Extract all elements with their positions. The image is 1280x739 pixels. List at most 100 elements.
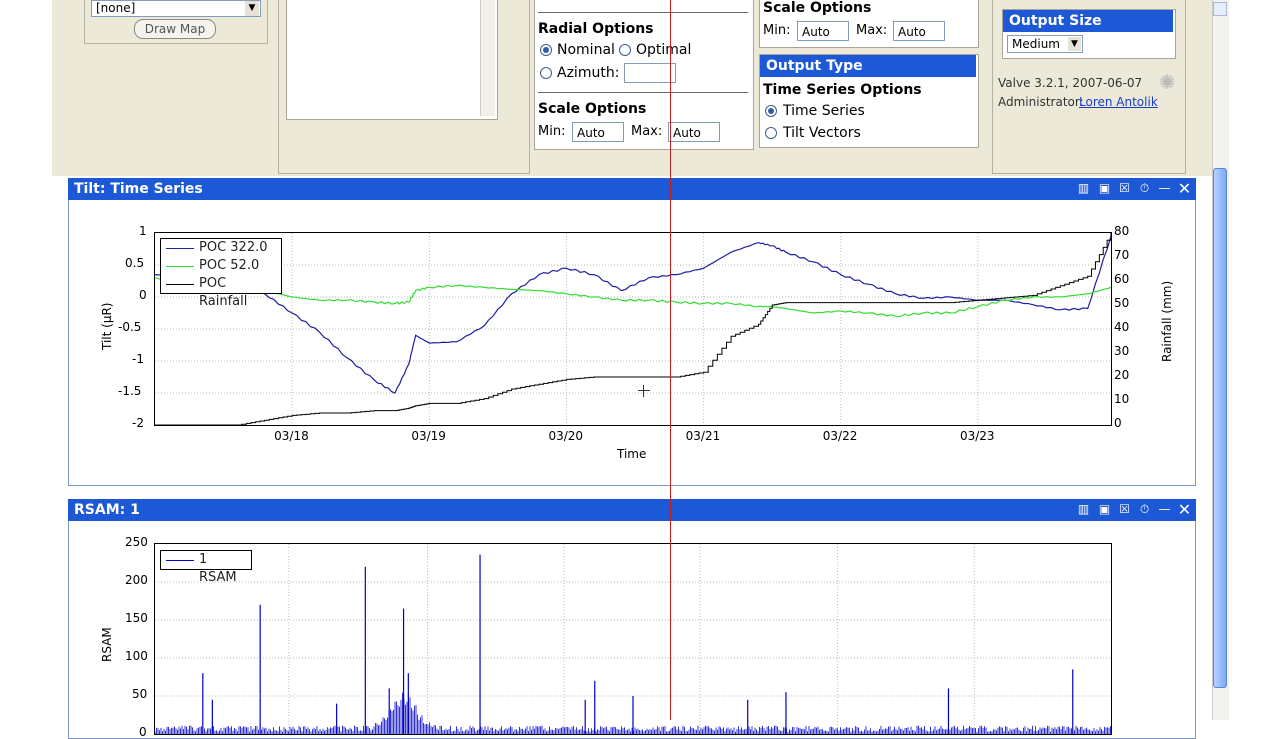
chevron-down-icon: ▼ — [245, 1, 259, 16]
chevron-down-icon: ▼ — [1068, 37, 1081, 51]
azimuth-label: Azimuth: — [557, 65, 620, 81]
output-size-header: Output Size — [1003, 10, 1173, 32]
y2-tick-label: 50 — [1114, 296, 1130, 310]
rsam-legend: 1 RSAM — [160, 550, 252, 585]
save-icon[interactable]: ▣ — [1097, 502, 1112, 517]
minimize-icon[interactable]: — — [1157, 502, 1172, 517]
rsam-chart — [155, 544, 1111, 734]
draw-map-button[interactable]: Draw Map — [134, 19, 216, 39]
y2-tick-label: 20 — [1114, 368, 1130, 382]
legend-label: 1 RSAM — [199, 552, 237, 585]
tilt-panel-header: Tilt: Time Series — [68, 178, 1196, 200]
output-size-select[interactable]: Medium ▼ — [1007, 35, 1083, 53]
version-text: Valve 3.2.1, 2007-06-07 — [998, 76, 1143, 90]
tilt-y2-axis-label: Rainfall (mm) — [1160, 280, 1174, 362]
azimuth-radio[interactable] — [540, 67, 552, 79]
y-tick-label: 0 — [139, 288, 147, 302]
clock-icon[interactable]: ⏱ — [1137, 181, 1152, 196]
rsam-y-axis-label: RSAM — [100, 627, 114, 662]
scale-max-input[interactable]: Auto — [668, 122, 720, 142]
y2-tick-label: 10 — [1114, 392, 1130, 406]
radial-options-title: Radial Options — [538, 21, 654, 37]
scale-min-label: Min: — [538, 124, 566, 139]
admin-link[interactable]: Loren Antolik — [1079, 95, 1158, 109]
y2-tick-label: 30 — [1114, 344, 1130, 358]
azimuth-input[interactable] — [624, 63, 676, 83]
output-type-header: Output Type — [760, 55, 976, 77]
y-tick-label: 250 — [125, 535, 148, 549]
scale-max-label: Max: — [631, 124, 663, 139]
crosshair-cursor-icon — [638, 385, 650, 397]
y2-tick-label: 0 — [1114, 416, 1122, 430]
minimize-icon[interactable]: — — [1157, 181, 1172, 196]
scale-options-title-right: Scale Options — [763, 0, 872, 16]
legend-label: POC 52.0 — [199, 258, 260, 273]
clock-icon[interactable]: ⏱ — [1137, 502, 1152, 517]
tilt-chart — [155, 233, 1111, 425]
admin-label: Administrator: — [998, 95, 1084, 109]
optimal-radio[interactable] — [619, 44, 631, 56]
save-icon[interactable]: ▣ — [1097, 181, 1112, 196]
y2-tick-label: 70 — [1114, 248, 1130, 262]
close-icon[interactable]: ✕ — [1177, 181, 1192, 197]
y-tick-label: 150 — [125, 611, 148, 625]
x-tick-label: 03/22 — [822, 429, 858, 443]
tilt-vectors-label: Tilt Vectors — [783, 125, 861, 141]
tilt-x-axis-label: Time — [617, 447, 647, 461]
y-tick-label: -0.5 — [118, 320, 142, 334]
divider — [538, 92, 748, 93]
x-tick-label: 03/20 — [548, 429, 584, 443]
legend-label: POC Rainfall — [199, 276, 248, 309]
y-tick-label: -1.5 — [118, 384, 142, 398]
scrollbar-up-arrow[interactable] — [1213, 2, 1227, 16]
y-tick-label: 1 — [139, 224, 147, 238]
scale-min-input-right[interactable]: Auto — [797, 21, 849, 41]
book-icon[interactable]: ▥ — [1076, 502, 1091, 517]
legend-item-rsam: 1 RSAM — [161, 551, 251, 585]
time-cursor-line — [670, 0, 671, 720]
x-tick-label: 03/18 — [274, 429, 309, 443]
map-select-value: [none] — [96, 1, 136, 15]
close-icon[interactable]: ✕ — [1177, 502, 1192, 518]
channel-list-scrollbar[interactable] — [480, 0, 495, 116]
y2-tick-label: 40 — [1114, 320, 1130, 334]
tilt-vectors-radio[interactable] — [765, 127, 777, 139]
legend-label: POC 322.0 — [199, 240, 268, 255]
tilt-plot-area[interactable] — [154, 232, 1112, 426]
scale-min-label-right: Min: — [763, 23, 791, 38]
scale-max-input-right[interactable]: Auto — [893, 21, 945, 41]
x-tick-label: 03/19 — [411, 429, 446, 443]
y-tick-label: -2 — [132, 416, 144, 430]
x-tick-label: 03/23 — [959, 429, 995, 443]
divider — [538, 12, 748, 13]
legend-item-poc-52: POC 52.0 — [161, 257, 281, 275]
scale-min-input[interactable]: Auto — [572, 122, 624, 142]
x-tick-label: 03/21 — [685, 429, 721, 443]
y-tick-label: 50 — [132, 687, 148, 701]
optimal-label: Optimal — [636, 42, 692, 58]
time-series-radio[interactable] — [765, 105, 777, 117]
scale-options-title: Scale Options — [538, 101, 647, 117]
rsam-plot-area[interactable] — [154, 543, 1112, 735]
legend-item-poc-322: POC 322.0 — [161, 239, 281, 257]
y2-tick-label: 80 — [1114, 224, 1130, 238]
y-tick-label: 0 — [139, 725, 147, 739]
channel-list[interactable] — [286, 0, 498, 120]
map-select[interactable]: [none] ▼ — [91, 0, 261, 17]
series-line-0 — [155, 236, 1111, 394]
y-tick-label: 100 — [125, 649, 148, 663]
export-icon[interactable]: ☒ — [1117, 502, 1132, 517]
export-icon[interactable]: ☒ — [1117, 181, 1132, 196]
left-gutter — [0, 0, 52, 720]
y2-tick-label: 60 — [1114, 272, 1130, 286]
scrollbar-thumb[interactable] — [1213, 168, 1227, 688]
nominal-radio[interactable] — [540, 44, 552, 56]
loading-spinner-icon: ✺ — [1159, 70, 1176, 94]
tilt-legend: POC 322.0 POC 52.0 POC Rainfall — [160, 238, 282, 309]
scale-max-label-right: Max: — [856, 23, 888, 38]
y-tick-label: 200 — [125, 573, 148, 587]
y-tick-label: 0.5 — [125, 256, 145, 270]
nominal-label: Nominal — [557, 42, 615, 58]
time-series-label: Time Series — [783, 103, 865, 119]
book-icon[interactable]: ▥ — [1076, 181, 1091, 196]
